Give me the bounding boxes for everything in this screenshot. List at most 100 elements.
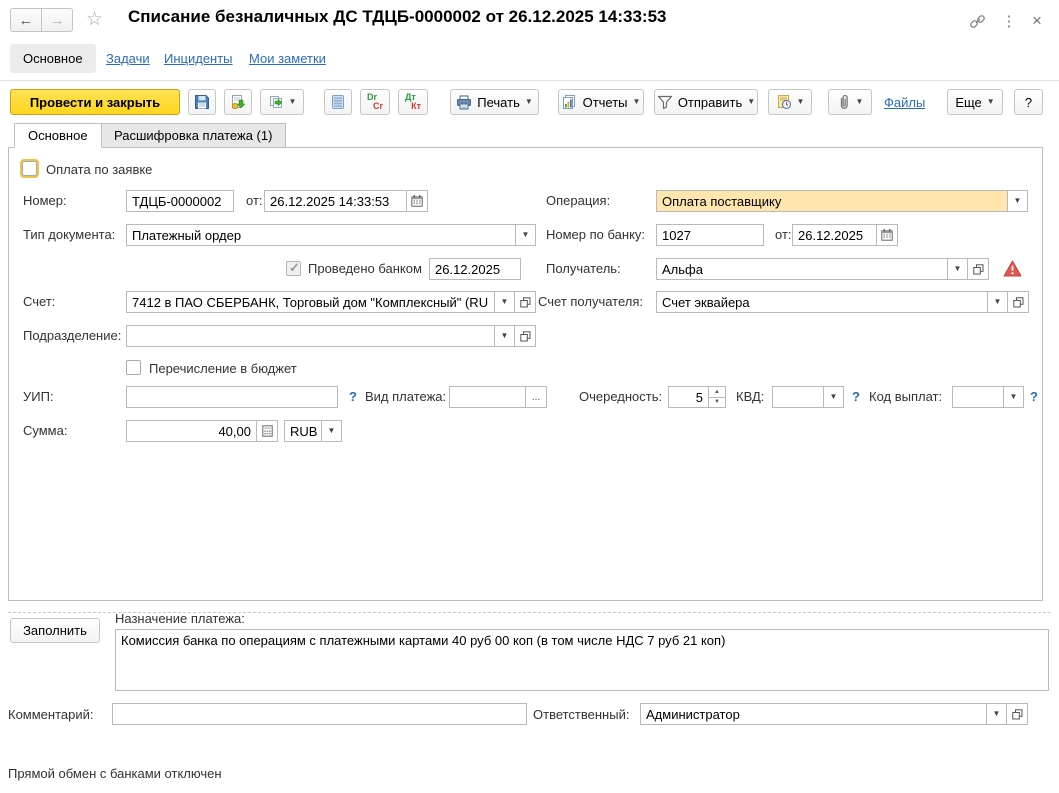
post-document-button[interactable] <box>224 89 252 115</box>
department-input[interactable] <box>126 325 495 347</box>
tab-payment-details[interactable]: Расшифровка платежа (1) <box>101 123 286 148</box>
favorite-star-icon[interactable]: ☆ <box>86 8 103 31</box>
calculator-icon[interactable] <box>256 420 278 442</box>
amount-input[interactable] <box>126 420 257 442</box>
open-icon[interactable] <box>514 325 536 347</box>
kebab-menu-icon[interactable]: ⋮ <box>998 10 1020 32</box>
responsible-label: Ответственный: <box>533 707 629 722</box>
number-input[interactable] <box>126 190 234 212</box>
priority-label: Очередность: <box>579 389 662 404</box>
dropdown-caret-icon: ▼ <box>856 98 864 106</box>
kvd-help-icon[interactable]: ? <box>852 389 860 404</box>
doc-type-label: Тип документа: <box>23 227 115 242</box>
priority-field: ▲▼ <box>668 386 726 408</box>
priority-stepper[interactable]: ▲▼ <box>708 386 726 408</box>
step-down-icon[interactable]: ▼ <box>708 397 726 409</box>
reports-button[interactable]: Отчеты ▼ <box>558 89 644 115</box>
chevron-down-icon[interactable]: ▼ <box>987 291 1008 313</box>
chevron-down-icon[interactable]: ▼ <box>823 386 844 408</box>
copy-link-icon[interactable] <box>966 10 988 32</box>
payee-account-input[interactable] <box>656 291 988 313</box>
document-clock-icon <box>776 94 792 110</box>
dropdown-caret-icon: ▼ <box>525 98 533 106</box>
dropdown-caret-icon: ▼ <box>987 98 995 106</box>
payout-code-help-icon[interactable]: ? <box>1030 389 1038 404</box>
purpose-textarea[interactable]: Комиссия банка по операциям с платежными… <box>115 629 1049 691</box>
chevron-down-icon[interactable]: ▼ <box>494 325 515 347</box>
create-based-on-button[interactable]: ▼ <box>260 89 304 115</box>
bank-posted-date-input[interactable] <box>429 258 521 280</box>
open-icon[interactable] <box>1006 703 1028 725</box>
scheduled-doc-button[interactable]: ▼ <box>768 89 812 115</box>
files-link[interactable]: Файлы <box>884 95 925 110</box>
operation-label: Операция: <box>546 193 610 208</box>
operation-input[interactable] <box>656 190 1008 212</box>
calendar-icon[interactable] <box>876 224 898 246</box>
calendar-icon[interactable] <box>406 190 428 212</box>
budget-transfer-checkbox[interactable] <box>126 360 141 375</box>
dropdown-caret-icon: ▼ <box>289 98 297 106</box>
currency-value[interactable]: RUB <box>284 420 322 442</box>
create-based-on-icon <box>268 94 284 110</box>
doc-type-field: ▼ <box>126 224 536 246</box>
save-icon <box>194 94 210 110</box>
navbar-item-main[interactable]: Основное <box>10 44 96 73</box>
payout-code-input[interactable] <box>952 386 1004 408</box>
doc-type-input[interactable] <box>126 224 516 246</box>
fill-button[interactable]: Заполнить <box>10 618 100 643</box>
date-input[interactable] <box>264 190 407 212</box>
budget-transfer-label: Перечисление в бюджет <box>149 361 297 376</box>
save-button[interactable] <box>188 89 216 115</box>
navbar-item-notes[interactable]: Мои заметки <box>249 51 326 66</box>
print-button[interactable]: Печать ▼ <box>450 89 539 115</box>
kvd-label: КВД: <box>736 389 764 404</box>
payment-kind-label: Вид платежа: <box>365 389 446 404</box>
uip-input[interactable] <box>126 386 338 408</box>
dt-kt-button[interactable]: ДтКт <box>398 89 428 115</box>
chevron-down-icon[interactable]: ▼ <box>986 703 1007 725</box>
chevron-down-icon[interactable]: ▼ <box>321 420 342 442</box>
help-button[interactable]: ? <box>1014 89 1043 115</box>
open-icon[interactable] <box>514 291 536 313</box>
printer-icon <box>456 95 472 110</box>
close-icon[interactable]: × <box>1026 10 1048 32</box>
register-records-button[interactable] <box>324 89 352 115</box>
back-button[interactable]: ← <box>10 8 42 32</box>
tab-main[interactable]: Основное <box>14 123 102 148</box>
payee-account-field: ▼ <box>656 291 1029 313</box>
post-and-close-button[interactable]: Провести и закрыть <box>10 89 180 115</box>
comment-input[interactable] <box>112 703 527 725</box>
report-chart-icon <box>562 94 578 110</box>
currency-field: RUB ▼ <box>284 420 342 442</box>
forward-button[interactable]: → <box>41 8 73 32</box>
attachments-button[interactable]: ▼ <box>828 89 872 115</box>
payee-account-label: Счет получателя: <box>538 294 643 309</box>
chevron-down-icon[interactable]: ▼ <box>515 224 536 246</box>
kvd-input[interactable] <box>772 386 824 408</box>
account-input[interactable] <box>126 291 495 313</box>
payment-kind-input[interactable] <box>449 386 526 408</box>
priority-input[interactable] <box>668 386 709 408</box>
dr-cr-button[interactable]: DrCr <box>360 89 390 115</box>
payee-input[interactable] <box>656 258 948 280</box>
payment-by-request-checkbox[interactable] <box>22 161 37 176</box>
uip-help-icon[interactable]: ? <box>349 389 357 404</box>
open-icon[interactable] <box>967 258 989 280</box>
ellipsis-icon[interactable]: ... <box>525 386 547 408</box>
chevron-down-icon[interactable]: ▼ <box>1007 190 1028 212</box>
amount-label: Сумма: <box>23 423 67 438</box>
chevron-down-icon[interactable]: ▼ <box>1003 386 1024 408</box>
bank-date-input[interactable] <box>792 224 877 246</box>
register-list-icon <box>331 94 345 110</box>
more-button[interactable]: Еще ▼ <box>947 89 1003 115</box>
navbar-item-tasks[interactable]: Задачи <box>106 51 150 66</box>
chevron-down-icon[interactable]: ▼ <box>947 258 968 280</box>
send-button[interactable]: Отправить ▼ <box>654 89 758 115</box>
responsible-input[interactable] <box>640 703 987 725</box>
page-title: Списание безналичных ДС ТДЦБ-0000002 от … <box>128 7 666 27</box>
open-icon[interactable] <box>1007 291 1029 313</box>
paperclip-icon <box>837 94 851 110</box>
bank-number-input[interactable] <box>656 224 764 246</box>
chevron-down-icon[interactable]: ▼ <box>494 291 515 313</box>
navbar-item-incidents[interactable]: Инциденты <box>164 51 233 66</box>
